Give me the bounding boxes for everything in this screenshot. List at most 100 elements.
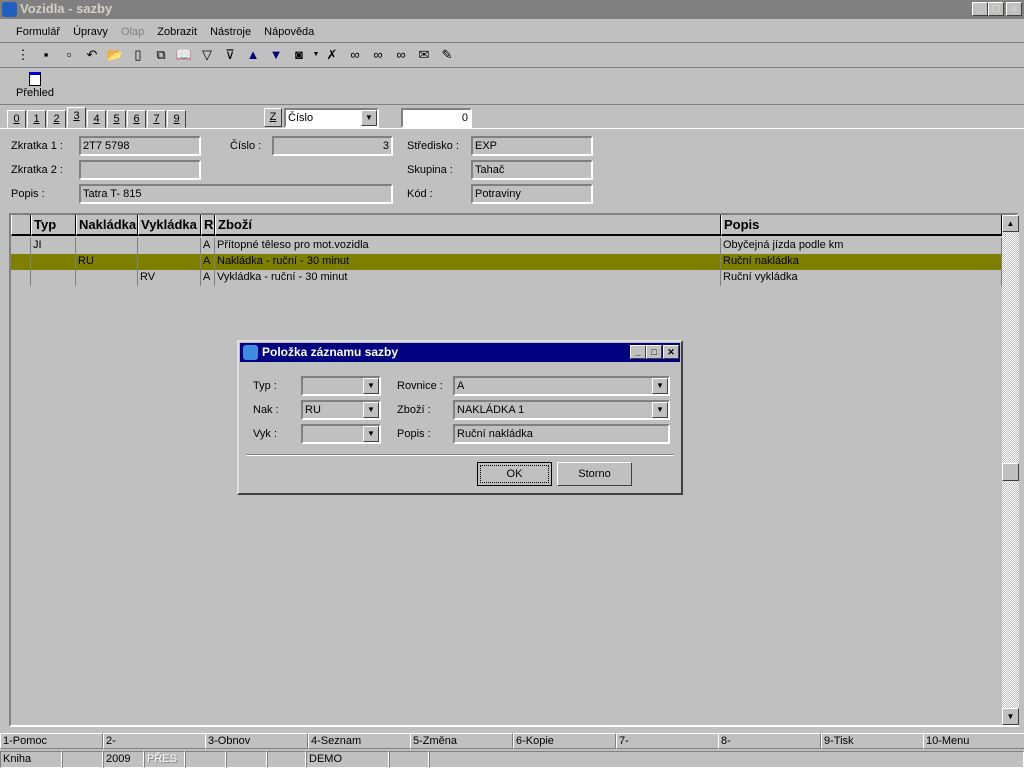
tab-1[interactable]: 1: [27, 110, 46, 128]
new-doc-icon[interactable]: ▯: [129, 46, 147, 64]
chevron-down-icon[interactable]: ▼: [652, 402, 668, 418]
row-header[interactable]: [11, 238, 31, 254]
sort-z-button[interactable]: Z: [264, 108, 282, 127]
chevron-down-icon[interactable]: ▼: [652, 378, 668, 394]
column-header[interactable]: Nakládka: [76, 215, 138, 236]
column-header[interactable]: R: [201, 215, 215, 236]
undo-icon[interactable]: ↶: [83, 46, 101, 64]
fkey-button[interactable]: 10-Menu: [923, 733, 1024, 749]
find-prev-icon[interactable]: ∞: [369, 46, 387, 64]
stredisko-field[interactable]: EXP: [471, 136, 593, 156]
camera-icon[interactable]: ◙: [290, 46, 308, 64]
tab-4[interactable]: 4: [87, 110, 106, 128]
dialog-popis-field[interactable]: Ruční nakládka: [453, 424, 670, 444]
skupina-field[interactable]: Tahač: [471, 160, 593, 180]
tab-7[interactable]: 7: [147, 110, 166, 128]
column-header[interactable]: Vykládka: [138, 215, 201, 236]
scroll-thumb[interactable]: [1002, 463, 1019, 481]
vyk-select[interactable]: ▼: [301, 424, 381, 444]
scroll-down-icon[interactable]: ▼: [1002, 708, 1019, 725]
chevron-down-icon[interactable]: ▼: [361, 110, 377, 126]
menu-formular[interactable]: Formulář: [16, 26, 60, 38]
arrow-up-icon[interactable]: ▲: [244, 46, 262, 64]
restore-button[interactable]: ❐: [988, 2, 1004, 16]
fkey-button[interactable]: 8-: [718, 733, 821, 749]
storno-button[interactable]: Storno: [557, 462, 632, 486]
save-as-icon[interactable]: ▫: [60, 46, 78, 64]
tab-0[interactable]: 0: [7, 110, 26, 128]
chevron-down-icon[interactable]: ▼: [363, 426, 379, 442]
skupina-label: Skupina :: [407, 164, 453, 176]
fkey-button[interactable]: 5-Změna: [410, 733, 513, 749]
filter-doc-icon[interactable]: ⊽: [221, 46, 239, 64]
find-next-icon[interactable]: ∞: [392, 46, 410, 64]
table-row[interactable]: RV A Vykládka - ruční - 30 minut Ruční vykl…: [11, 270, 1002, 286]
vertical-scrollbar[interactable]: ▲ ▼: [1002, 215, 1019, 725]
arrow-down-icon[interactable]: ▼: [267, 46, 285, 64]
table-row[interactable]: RU A Nakládka - ruční - 30 minut Ruční nakl…: [11, 254, 1002, 270]
chevron-down-icon[interactable]: ▼: [363, 402, 379, 418]
column-header[interactable]: Typ: [31, 215, 76, 236]
table-cell: RU: [76, 254, 138, 270]
dialog-item: Položka záznamu sazby _ □ ✕ Typ : ▼ Nak …: [237, 340, 683, 495]
column-header[interactable]: Zboží: [215, 215, 721, 236]
kod-field[interactable]: Potraviny: [471, 184, 593, 204]
zbozi-select[interactable]: NAKLÁDKA 1 ▼: [453, 400, 670, 420]
book-icon[interactable]: 📖: [175, 46, 193, 64]
mail-icon[interactable]: ✉: [415, 46, 433, 64]
binoculars-icon[interactable]: ∞: [346, 46, 364, 64]
dialog-maximize-button[interactable]: □: [646, 345, 662, 359]
fkey-button[interactable]: 4-Seznam: [308, 733, 411, 749]
edit-doc-icon[interactable]: ✎: [438, 46, 456, 64]
vyk-label: Vyk :: [253, 428, 278, 440]
dialog-close-button[interactable]: ✕: [663, 345, 679, 359]
tab-2[interactable]: 2: [47, 110, 66, 128]
row-header[interactable]: [11, 254, 31, 270]
chevron-down-icon[interactable]: ▼: [363, 378, 379, 394]
menu-olap[interactable]: Olap: [121, 26, 144, 38]
row-header[interactable]: [11, 270, 31, 286]
fkey-button[interactable]: 6-Kopie: [513, 733, 616, 749]
nak-select[interactable]: RU ▼: [301, 400, 381, 420]
menu-upravy[interactable]: Úpravy: [73, 26, 108, 38]
tree-icon[interactable]: ⋮: [14, 46, 32, 64]
menu-zobrazit[interactable]: Zobrazit: [157, 26, 197, 38]
dialog-title: Položka záznamu sazby: [262, 345, 399, 359]
table-cell: Ruční vykládka: [721, 270, 1002, 286]
zkratka2-field[interactable]: [79, 160, 201, 180]
fkey-button[interactable]: 2-: [103, 733, 206, 749]
table-cell: Obyčejná jízda podle km: [721, 238, 1002, 254]
tab-5[interactable]: 5: [107, 110, 126, 128]
menu-nastroje[interactable]: Nástroje: [210, 26, 251, 38]
overview-button[interactable]: Přehled: [14, 72, 56, 99]
menu-napoveda[interactable]: Nápověda: [264, 26, 314, 38]
filter-icon[interactable]: ▽: [198, 46, 216, 64]
fkey-button[interactable]: 3-Obnov: [205, 733, 308, 749]
excel-icon[interactable]: ✗: [323, 46, 341, 64]
typ-select[interactable]: ▼: [301, 376, 381, 396]
ok-button[interactable]: OK: [477, 462, 552, 486]
close-button[interactable]: ✕: [1006, 2, 1022, 16]
status-panel: [185, 751, 226, 768]
fkey-button[interactable]: 9-Tisk: [821, 733, 924, 749]
copy-icon[interactable]: ⧉: [152, 46, 170, 64]
open-folder-icon[interactable]: 📂: [106, 46, 124, 64]
sort-field-select[interactable]: Číslo ▼: [284, 108, 379, 128]
sort-value-input[interactable]: 0: [401, 108, 472, 128]
table-cell: [76, 238, 138, 254]
rovnice-select[interactable]: A ▼: [453, 376, 670, 396]
tab-3[interactable]: 3: [67, 107, 86, 128]
popis-field[interactable]: Tatra T- 815: [79, 184, 393, 204]
tab-6[interactable]: 6: [127, 110, 146, 128]
scroll-up-icon[interactable]: ▲: [1002, 215, 1019, 232]
dialog-minimize-button[interactable]: _: [630, 345, 646, 359]
save-icon[interactable]: ▪: [37, 46, 55, 64]
column-header[interactable]: Popis: [721, 215, 1002, 236]
minimize-button[interactable]: _: [972, 2, 988, 16]
table-row[interactable]: JI A Přítopné těleso pro mot.vozidla Obyčej…: [11, 238, 1002, 254]
zkratka1-field[interactable]: 2T7 5798: [79, 136, 201, 156]
tab-9[interactable]: 9: [167, 110, 186, 128]
fkey-button[interactable]: 7-: [616, 733, 719, 749]
fkey-button[interactable]: 1-Pomoc: [0, 733, 103, 749]
cislo-field[interactable]: 3: [272, 136, 393, 156]
